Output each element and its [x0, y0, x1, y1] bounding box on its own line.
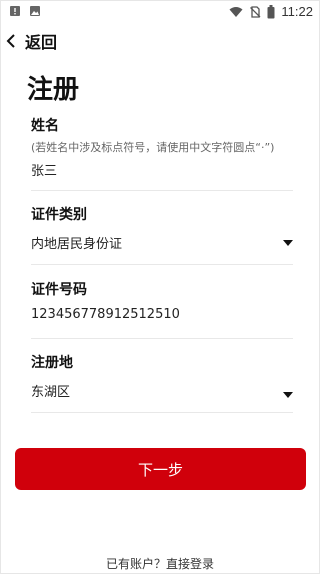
name-label: 姓名 [31, 118, 59, 134]
divider [31, 264, 293, 265]
alert-icon [10, 6, 20, 16]
region-value: 东湖区 [31, 385, 71, 400]
name-field: 姓名 (若姓名中涉及标点符号，请使用中文字符圆点“·”) [31, 115, 293, 155]
chevron-left-icon [6, 34, 15, 48]
region-field: 注册地 [31, 352, 293, 372]
battery-icon [267, 4, 275, 18]
status-right-icons: 11:22 [229, 4, 313, 19]
id-type-label: 证件类别 [31, 207, 87, 223]
back-label: 返回 [25, 33, 58, 52]
id-number-label: 证件号码 [31, 282, 87, 298]
image-icon [30, 6, 40, 16]
login-link[interactable]: 已有账户？直接登录 [1, 555, 319, 572]
id-number-field: 证件号码 [31, 279, 293, 299]
no-sim-icon [250, 5, 261, 18]
next-button[interactable]: 下一步 [15, 448, 306, 490]
region-select[interactable]: 东湖区 [31, 381, 293, 400]
divider [31, 412, 293, 413]
id-type-value: 内地居民身份证 [31, 237, 123, 252]
status-bar: 11:22 [1, 1, 319, 23]
page-title: 注册 [27, 75, 80, 105]
back-button[interactable]: 返回 [5, 29, 57, 53]
status-time: 11:22 [281, 4, 313, 19]
caret-down-icon [283, 239, 293, 246]
id-type-field: 证件类别 [31, 204, 293, 224]
id-number-input[interactable]: 123456778912512510 [31, 307, 293, 322]
status-left-icons [9, 5, 41, 17]
name-hint: (若姓名中涉及标点符号，请使用中文字符圆点“·”) [31, 141, 275, 154]
wifi-icon [229, 6, 243, 17]
caret-down-icon [283, 391, 293, 398]
name-input[interactable]: 张三 [31, 160, 293, 179]
divider [31, 338, 293, 339]
divider [31, 190, 293, 191]
region-label: 注册地 [31, 355, 73, 371]
id-type-select[interactable]: 内地居民身份证 [31, 233, 293, 252]
nav-bar: 返回 [1, 29, 57, 53]
